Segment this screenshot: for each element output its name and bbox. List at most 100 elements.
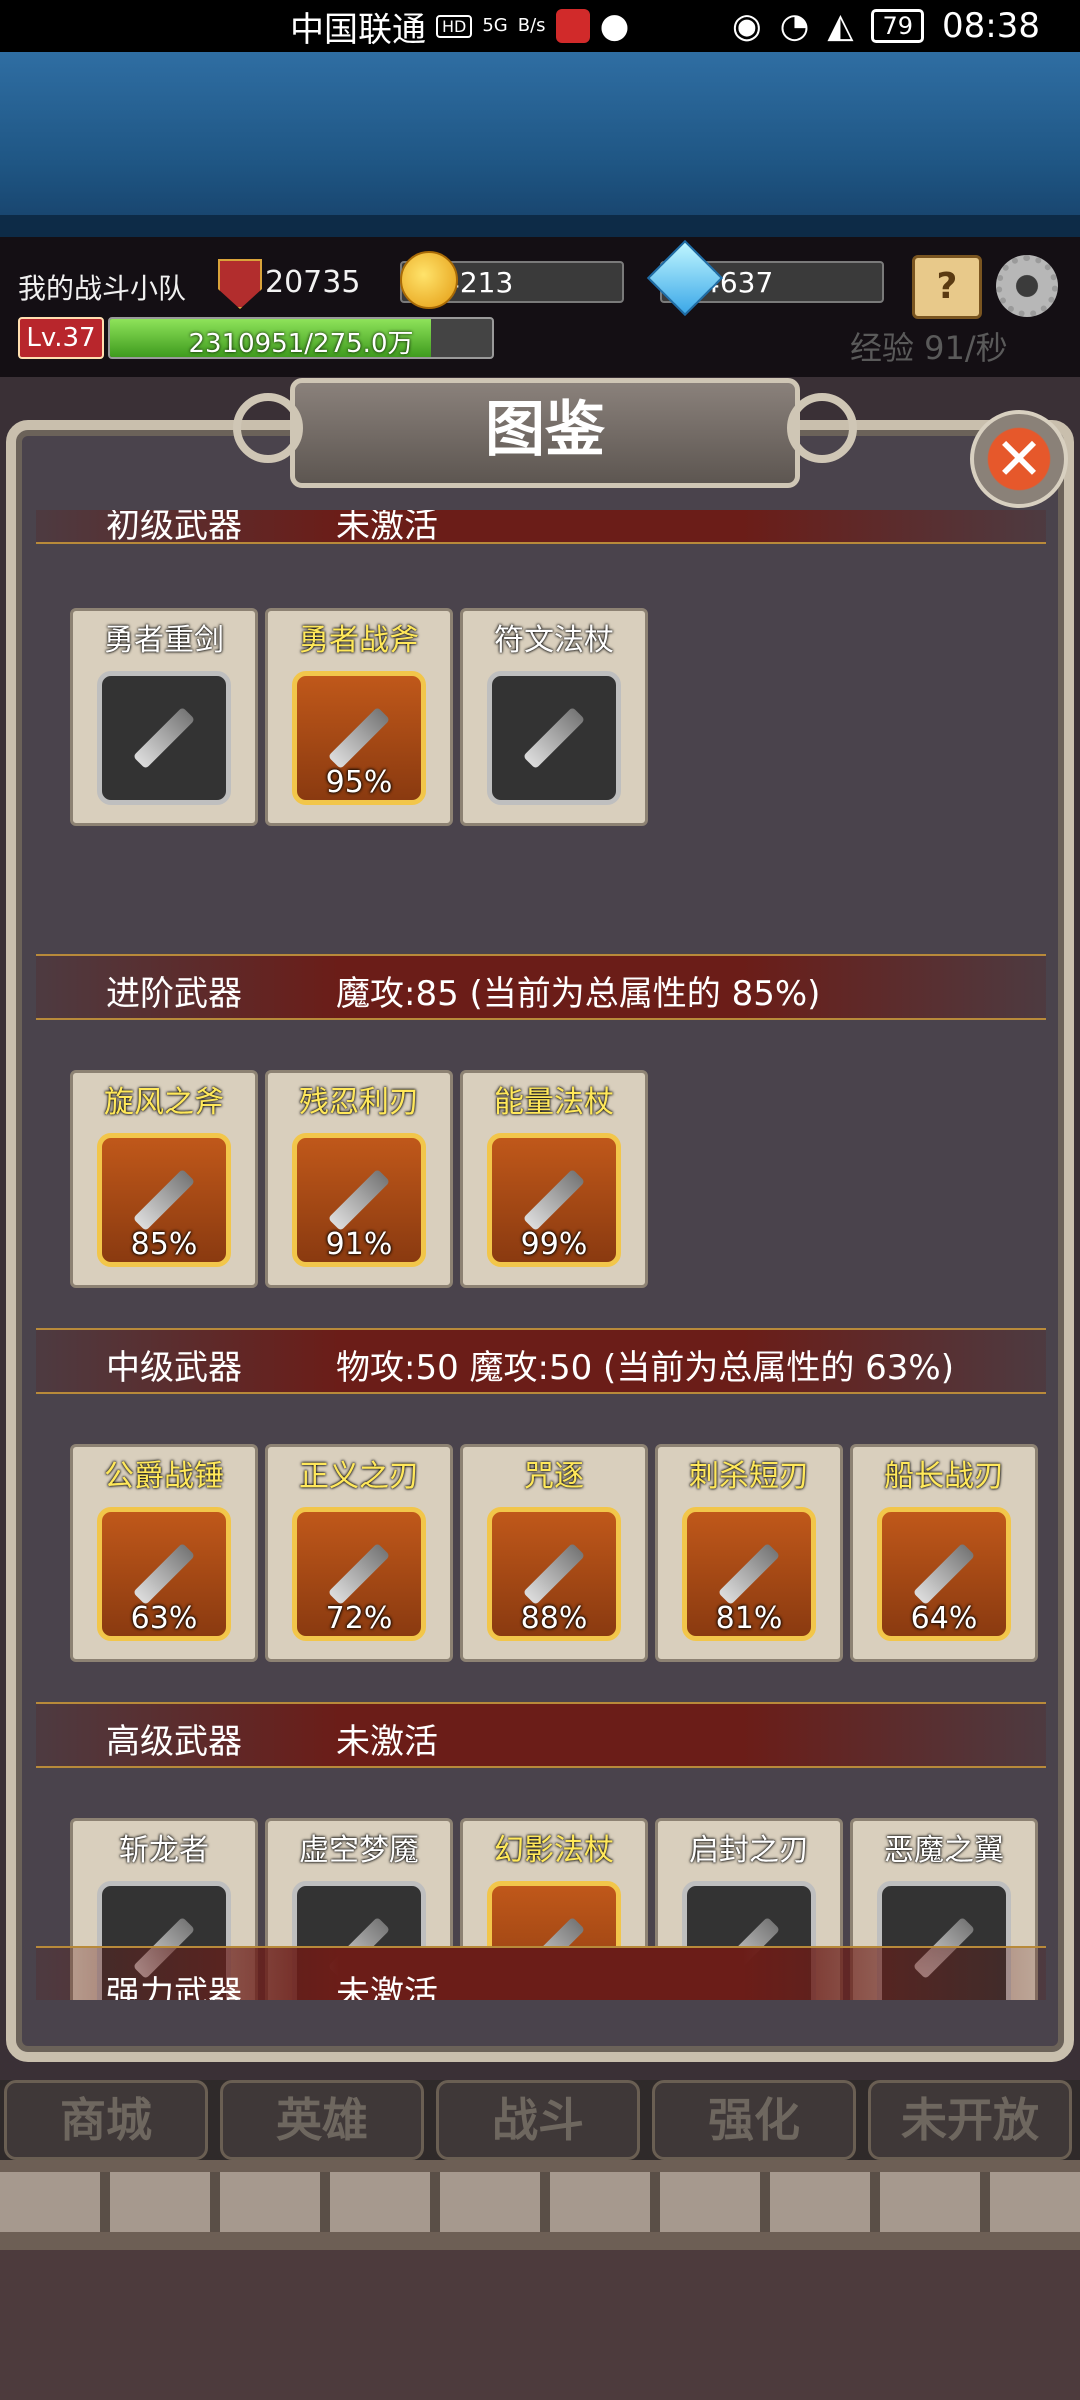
level-badge: Lv.37	[18, 317, 104, 359]
weapon-frame	[487, 671, 621, 805]
weapon-progress: 95%	[325, 765, 393, 800]
weapon-card[interactable]: 能量法杖 99%	[460, 1070, 648, 1288]
bottom-nav: 商城 英雄 战斗 强化 未开放	[0, 2080, 1080, 2160]
nav-locked[interactable]: 未开放	[868, 2080, 1072, 2160]
weapon-name: 公爵战锤	[104, 1459, 224, 1494]
section-stats: 未激活	[336, 1722, 438, 1762]
weapon-card[interactable]: 刺杀短刃 81%	[655, 1444, 843, 1662]
scene-background	[0, 52, 1080, 237]
weapon-name: 斩龙者	[119, 1833, 209, 1868]
nav-battle[interactable]: 战斗	[436, 2080, 640, 2160]
weapon-name: 咒逐	[524, 1459, 584, 1494]
section-header-partial-bottom: 强力武器 未激活	[36, 1946, 1046, 2000]
weapon-progress: 64%	[910, 1601, 978, 1636]
weapon-progress: 88%	[520, 1601, 588, 1636]
battery-icon: 79	[871, 9, 925, 43]
section-header: 进阶武器 魔攻:85 (当前为总属性的 85%)	[36, 954, 1046, 1020]
weapon-icon	[327, 706, 391, 770]
weapon-icon	[132, 706, 196, 770]
section-title: 强力武器	[106, 1974, 242, 2000]
weapon-icon	[132, 1168, 196, 1232]
weapon-progress: 99%	[520, 1227, 588, 1262]
weapon-card[interactable]: 正义之刃 72%	[265, 1444, 453, 1662]
weapon-name: 启封之刃	[689, 1833, 809, 1868]
section-title: 初级武器	[106, 510, 242, 546]
clock: 08:38	[942, 6, 1040, 46]
section-stats: 物攻:50 魔攻:50 (当前为总属性的 63%)	[336, 1348, 954, 1388]
xp-text: 2310951/275.0万	[188, 329, 414, 359]
weapon-frame: 95%	[292, 671, 426, 805]
network-label: 5G	[482, 15, 508, 36]
weapon-card[interactable]: 公爵战锤 63%	[70, 1444, 258, 1662]
weapon-frame: 91%	[292, 1133, 426, 1267]
weapon-frame	[97, 671, 231, 805]
weapon-progress: 91%	[325, 1227, 393, 1262]
nav-upgrade[interactable]: 强化	[652, 2080, 856, 2160]
weapon-icon	[132, 1542, 196, 1606]
section-title: 中级武器	[106, 1348, 242, 1388]
power-shield-icon	[218, 259, 262, 309]
section-header-partial-top: 初级武器 未激活	[36, 510, 1046, 546]
codex-scroll-area[interactable]: 初级武器 未激活 勇者重剑 勇者战斧 95% 符文法杖进阶武器 魔攻:85 (当前为总属…	[36, 510, 1046, 2000]
dialog-title: 图鉴	[233, 378, 857, 488]
section-header: 中级武器 物攻:50 魔攻:50 (当前为总属性的 63%)	[36, 1328, 1046, 1394]
weapon-name: 刺杀短刃	[689, 1459, 809, 1494]
weapon-frame: 81%	[682, 1507, 816, 1641]
section-title: 高级武器	[106, 1722, 242, 1762]
weapon-name: 旋风之斧	[104, 1085, 224, 1120]
eye-icon: ◉	[731, 6, 762, 46]
weapon-name: 幻影法杖	[494, 1833, 614, 1868]
weapon-name: 恶魔之翼	[884, 1833, 1004, 1868]
carrier-label: 中国联通	[290, 9, 426, 50]
weapon-frame: 64%	[877, 1507, 1011, 1641]
codex-dialog: 初级武器 未激活 勇者重剑 勇者战斧 95% 符文法杖进阶武器 魔攻:85 (当前为总属…	[6, 420, 1074, 2062]
weapon-name: 虚空梦魇	[299, 1833, 419, 1868]
weapon-card[interactable]: 旋风之斧 85%	[70, 1070, 258, 1288]
weapon-icon	[912, 1542, 976, 1606]
weapon-progress: 85%	[130, 1227, 198, 1262]
weapon-frame: 63%	[97, 1507, 231, 1641]
weapon-frame: 72%	[292, 1507, 426, 1641]
section-title: 进阶武器	[106, 974, 242, 1014]
xp-rate: 经验 91/秒	[850, 329, 1008, 367]
bell-muted-icon: ◭	[827, 6, 854, 46]
weapon-name: 能量法杖	[494, 1085, 614, 1120]
status-bar: 中国联通 HD 5G B/s ● ◉ ◔ ◭ 79 08:38	[0, 0, 1080, 52]
floor-decoration	[0, 2160, 1080, 2400]
weapon-icon	[717, 1542, 781, 1606]
help-book-icon[interactable]: ?	[912, 255, 982, 319]
weapon-card[interactable]: 船长战刃 64%	[850, 1444, 1038, 1662]
power-value: 20735	[265, 265, 361, 300]
nav-heroes[interactable]: 英雄	[220, 2080, 424, 2160]
team-name: 我的战斗小队	[18, 272, 187, 305]
weapon-icon	[327, 1542, 391, 1606]
weapon-name: 符文法杖	[494, 623, 614, 658]
weapon-card[interactable]: 勇者重剑	[70, 608, 258, 826]
app-notification-icon	[555, 9, 590, 43]
weapon-icon	[327, 1168, 391, 1232]
weapon-card[interactable]: 残忍利刃 91%	[265, 1070, 453, 1288]
weapon-name: 残忍利刃	[299, 1085, 419, 1120]
gem-add-icon[interactable]	[646, 239, 724, 317]
weapon-card[interactable]: 咒逐 88%	[460, 1444, 648, 1662]
weapon-icon	[522, 1542, 586, 1606]
weapon-progress: 81%	[715, 1601, 783, 1636]
weapon-icon	[522, 706, 586, 770]
section-header: 高级武器 未激活	[36, 1702, 1046, 1768]
alarm-icon: ◔	[779, 6, 810, 46]
close-icon[interactable]: ✕	[970, 410, 1068, 508]
nav-shop[interactable]: 商城	[4, 2080, 208, 2160]
weapon-card[interactable]: 勇者战斧 95%	[265, 608, 453, 826]
weapon-name: 勇者重剑	[104, 623, 224, 658]
settings-gear-icon[interactable]	[996, 255, 1058, 317]
weapon-card[interactable]: 符文法杖	[460, 608, 648, 826]
chat-icon: ●	[599, 6, 630, 46]
weapon-progress: 63%	[130, 1601, 198, 1636]
section-stats: 魔攻:85 (当前为总属性的 85%)	[336, 974, 821, 1014]
weapon-frame: 99%	[487, 1133, 621, 1267]
gold-coin-add-icon[interactable]	[400, 251, 458, 309]
hd-badge: HD	[436, 14, 473, 38]
weapon-name: 勇者战斧	[299, 623, 419, 658]
xp-bar: 2310951/275.0万	[108, 317, 494, 359]
speed-label: B/s	[517, 15, 546, 36]
